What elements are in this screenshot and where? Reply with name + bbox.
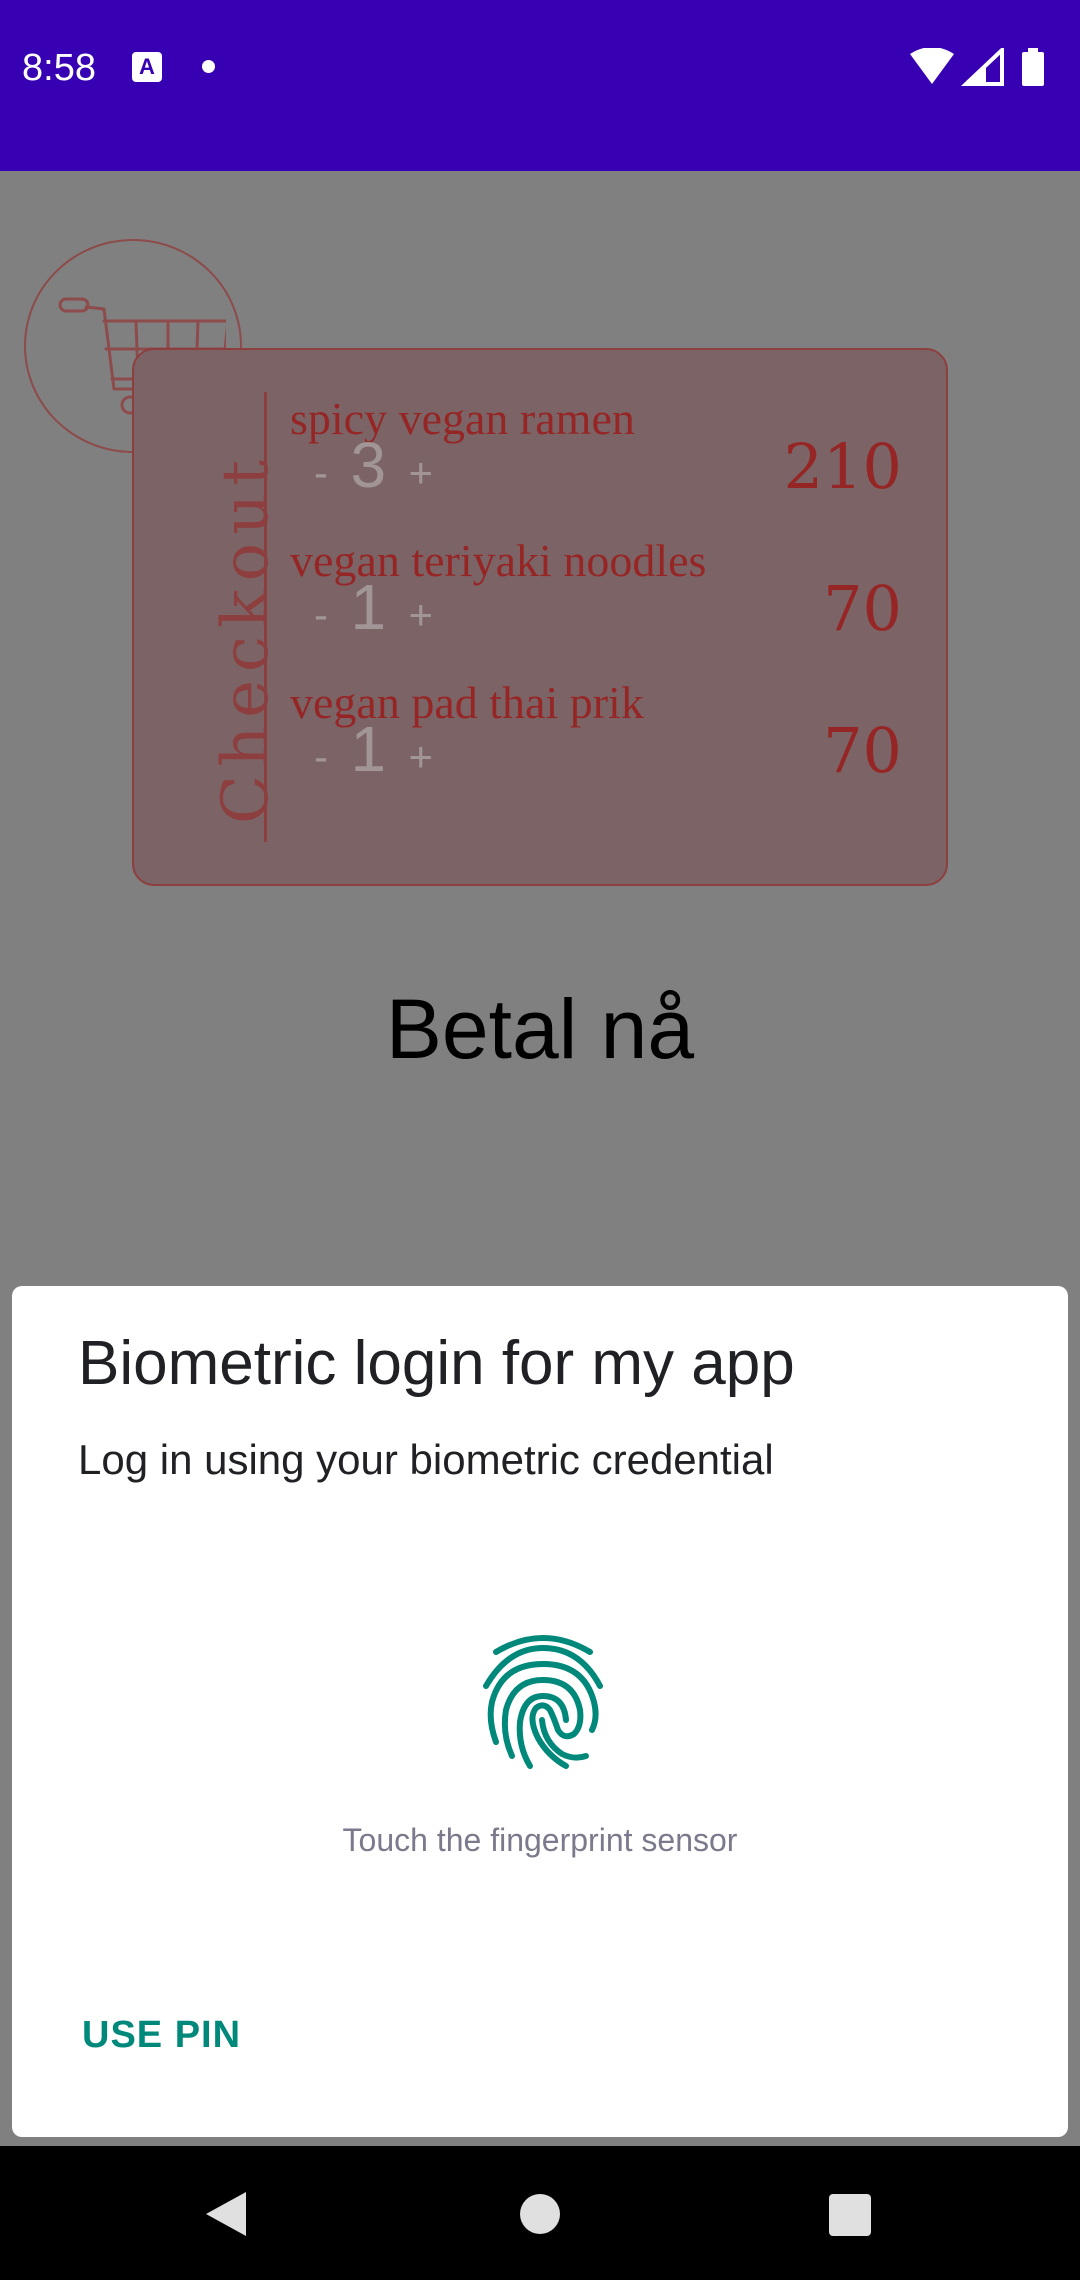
fingerprint-icon xyxy=(483,1635,603,1769)
decrease-button[interactable]: - xyxy=(314,591,328,638)
item-price: 70 xyxy=(823,572,902,645)
increase-button[interactable]: + xyxy=(409,733,434,780)
increase-button[interactable]: + xyxy=(409,591,434,638)
navigation-bar xyxy=(0,2146,1080,2280)
notification-dot-icon xyxy=(202,60,215,73)
increase-button[interactable]: + xyxy=(409,449,434,496)
text-a-icon: A xyxy=(132,52,162,82)
checkout-divider xyxy=(264,392,267,842)
checkout-card: Checkout spicy vegan ramen - 3 + 210 veg… xyxy=(132,348,948,886)
biometric-dialog: Biometric login for my app Log in using … xyxy=(12,1286,1068,2137)
back-icon[interactable] xyxy=(204,2190,248,2238)
status-bar: 8:58 A xyxy=(0,0,1080,171)
fingerprint-hint: Touch the fingerprint sensor xyxy=(342,1822,738,1858)
pay-now-button[interactable]: Betal nå xyxy=(0,981,1080,1078)
battery-icon xyxy=(1022,48,1044,86)
item-price: 210 xyxy=(783,430,902,503)
home-icon[interactable] xyxy=(520,2194,560,2234)
wifi-icon xyxy=(910,48,954,84)
quantity-stepper: - 1 + xyxy=(314,712,433,786)
dialog-subtitle: Log in using your biometric credential xyxy=(78,1436,774,1483)
recent-apps-icon[interactable] xyxy=(829,2194,871,2236)
use-pin-button[interactable]: USE PIN xyxy=(82,2014,241,2057)
item-price: 70 xyxy=(823,714,902,787)
quantity-stepper: - 1 + xyxy=(314,570,433,644)
status-icons xyxy=(910,48,1044,86)
quantity-value: 1 xyxy=(350,713,387,785)
quantity-value: 1 xyxy=(350,571,387,643)
checkout-title: Checkout xyxy=(209,451,283,824)
decrease-button[interactable]: - xyxy=(314,733,328,780)
decrease-button[interactable]: - xyxy=(314,449,328,496)
quantity-value: 3 xyxy=(350,429,387,501)
quantity-stepper: - 3 + xyxy=(314,428,433,502)
status-time: 8:58 xyxy=(22,47,96,89)
dialog-title: Biometric login for my app xyxy=(78,1329,795,1398)
